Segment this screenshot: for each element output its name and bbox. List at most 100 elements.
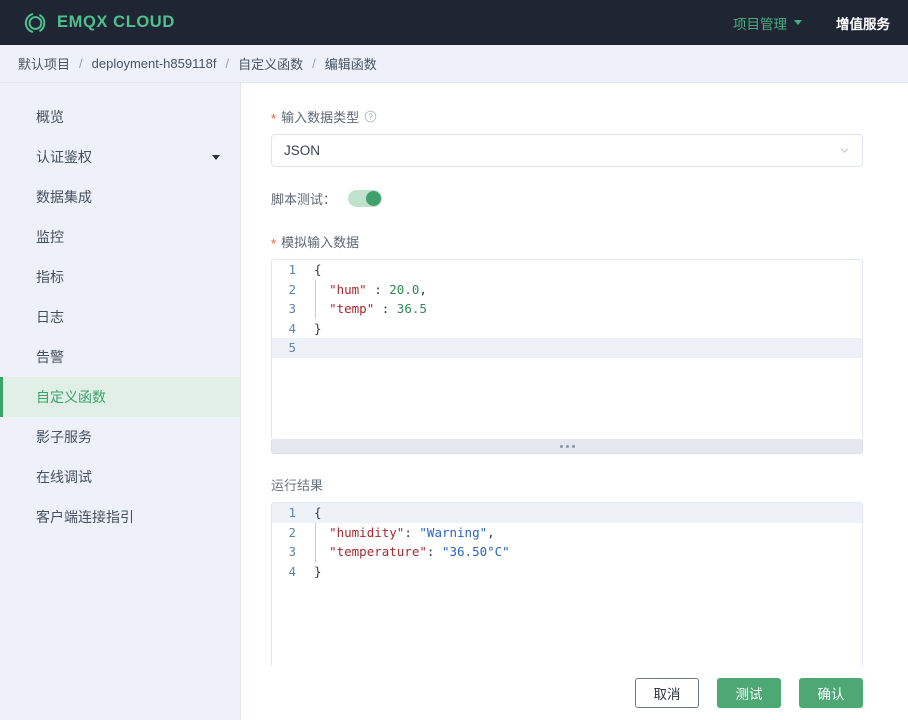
sidebar-item-label: 在线调试 <box>36 469 92 485</box>
code-text: "humidity": "Warning", <box>302 523 862 543</box>
sidebar-item-data-integration[interactable]: 数据集成 <box>0 177 240 217</box>
footer-action-bar: 取消 测试 确认 <box>241 666 908 720</box>
code-token-num: 36.5 <box>396 301 427 316</box>
project-management-menu[interactable]: 项目管理 <box>733 13 802 33</box>
code-token-punct <box>314 282 329 297</box>
mock-input-label-row: * 模拟输入数据 <box>271 232 863 251</box>
sidebar-item-auth[interactable]: 认证鉴权 <box>0 137 240 177</box>
sidebar-item-logs[interactable]: 日志 <box>0 297 240 337</box>
input-type-select[interactable]: JSON <box>271 134 863 167</box>
chevron-down-icon <box>212 154 220 160</box>
code-text: "temp" : 36.5 <box>302 299 862 319</box>
code-line: 2 "hum" : 20.0, <box>272 280 862 300</box>
line-number: 1 <box>288 505 296 520</box>
mock-input-code-lines: 1{2 "hum" : 20.0, 3 "temp" : 36.5 4} 5 <box>272 260 862 358</box>
line-number: 3 <box>288 544 296 559</box>
script-test-row: 脚本测试： <box>271 189 863 208</box>
code-line: 4} <box>272 319 862 339</box>
code-token-punct: } <box>314 320 322 336</box>
script-test-toggle[interactable] <box>348 190 383 207</box>
code-line: 1{ <box>272 503 862 523</box>
app-root: EMQX CLOUD 项目管理 增值服务 默认项目 / deployment-h… <box>0 0 908 720</box>
confirm-button[interactable]: 确认 <box>799 678 863 708</box>
result-code-editor[interactable]: 1{2 "humidity": "Warning", 3 "temperature… <box>271 502 863 683</box>
emqx-logo-icon <box>24 12 46 33</box>
code-line: 1{ <box>272 260 862 280</box>
code-token-punct: : <box>426 544 442 559</box>
code-token-punct: : <box>404 524 420 540</box>
code-token-punct: : <box>366 281 390 297</box>
code-line: 3 "temperature": "36.50°C" <box>272 542 862 562</box>
code-token-key: "humidity" <box>329 524 405 540</box>
sidebar-navigation: 概览 认证鉴权 数据集成 监控 指标 日志 告警 自定义函数 影子服务 在线调试… <box>0 83 241 720</box>
code-token-str: "Warning" <box>419 524 488 540</box>
sidebar-item-custom-function[interactable]: 自定义函数 <box>0 377 240 417</box>
code-token-punct: , <box>487 524 495 540</box>
sidebar-item-online-debug[interactable]: 在线调试 <box>0 457 240 497</box>
input-type-label: 输入数据类型 <box>281 110 360 125</box>
brand-logo-group[interactable]: EMQX CLOUD <box>22 10 175 36</box>
sidebar-item-label: 日志 <box>36 309 64 325</box>
cancel-button[interactable]: 取消 <box>635 678 699 708</box>
line-number: 3 <box>288 301 296 316</box>
sidebar-item-label: 自定义函数 <box>36 389 106 405</box>
code-token-punct <box>314 544 329 559</box>
sidebar-item-monitor[interactable]: 监控 <box>0 217 240 257</box>
code-line: 2 "humidity": "Warning", <box>272 523 862 543</box>
script-test-label: 脚本测试： <box>271 192 337 207</box>
code-text: "temperature": "36.50°C" <box>302 542 862 562</box>
line-number: 4 <box>288 320 296 336</box>
sidebar-item-client-connect-guide[interactable]: 客户端连接指引 <box>0 497 240 537</box>
sidebar-item-label: 告警 <box>36 349 64 365</box>
code-text: } <box>302 562 862 582</box>
test-button[interactable]: 测试 <box>717 678 781 708</box>
value-added-service-link[interactable]: 增值服务 <box>836 13 890 33</box>
mock-input-label: 模拟输入数据 <box>281 235 360 250</box>
sidebar-item-label: 监控 <box>36 229 64 245</box>
sidebar-item-metrics[interactable]: 指标 <box>0 257 240 297</box>
code-token-punct: : <box>374 301 397 316</box>
sidebar-item-alarms[interactable]: 告警 <box>0 337 240 377</box>
sidebar-item-label: 认证鉴权 <box>36 149 92 165</box>
line-number: 2 <box>288 281 296 297</box>
input-type-label-row: * 输入数据类型 <box>271 107 863 126</box>
line-number: 5 <box>288 340 296 355</box>
breadcrumb: 默认项目 / deployment-h859118f / 自定义函数 / 编辑函… <box>0 45 908 83</box>
sidebar-item-label: 客户端连接指引 <box>36 509 134 525</box>
code-token-num: 20.0 <box>389 281 420 297</box>
question-circle-icon[interactable] <box>364 110 377 123</box>
breadcrumb-item-project[interactable]: 默认项目 <box>18 54 70 73</box>
resize-dots-icon <box>559 445 575 448</box>
sidebar-item-label: 影子服务 <box>36 429 92 445</box>
sidebar-item-label: 指标 <box>36 269 64 285</box>
top-navigation-bar: EMQX CLOUD 项目管理 增值服务 <box>0 0 908 45</box>
input-type-selected-value: JSON <box>284 143 321 158</box>
breadcrumb-item-deployment[interactable]: deployment-h859118f <box>92 56 217 71</box>
code-token-punct: { <box>314 262 322 277</box>
breadcrumb-item-custom-function[interactable]: 自定义函数 <box>238 54 303 73</box>
breadcrumb-separator: / <box>79 56 83 71</box>
project-management-label: 项目管理 <box>733 16 787 32</box>
code-token-punct <box>314 525 329 540</box>
code-line: 4} <box>272 562 862 582</box>
editor-resize-handle[interactable] <box>271 440 863 454</box>
mock-input-code-editor[interactable]: 1{2 "hum" : 20.0, 3 "temp" : 36.5 4} 5 <box>271 259 863 440</box>
line-number: 2 <box>288 524 296 540</box>
sidebar-item-shadow-service[interactable]: 影子服务 <box>0 417 240 457</box>
top-navigation-right: 项目管理 增值服务 <box>733 13 890 33</box>
breadcrumb-item-edit-function: 编辑函数 <box>324 57 377 72</box>
chevron-down-icon <box>840 148 849 153</box>
sidebar-item-overview[interactable]: 概览 <box>0 97 240 137</box>
sidebar-item-label: 数据集成 <box>36 189 92 205</box>
code-token-key: "hum" <box>329 281 367 297</box>
result-label: 运行结果 <box>271 478 324 493</box>
code-token-punct: } <box>314 563 322 579</box>
code-line: 3 "temp" : 36.5 <box>272 299 862 319</box>
code-token-punct <box>314 301 329 316</box>
code-text: "hum" : 20.0, <box>302 280 862 300</box>
code-token-str: "36.50°C" <box>441 544 510 559</box>
code-token-key: "temp" <box>329 301 375 316</box>
main-content: * 输入数据类型 JSON 脚本测试： * 模拟输入数据 1 {2 "hum"… <box>241 83 908 720</box>
code-line: 5 <box>272 338 862 358</box>
line-number: 1 <box>288 262 296 277</box>
